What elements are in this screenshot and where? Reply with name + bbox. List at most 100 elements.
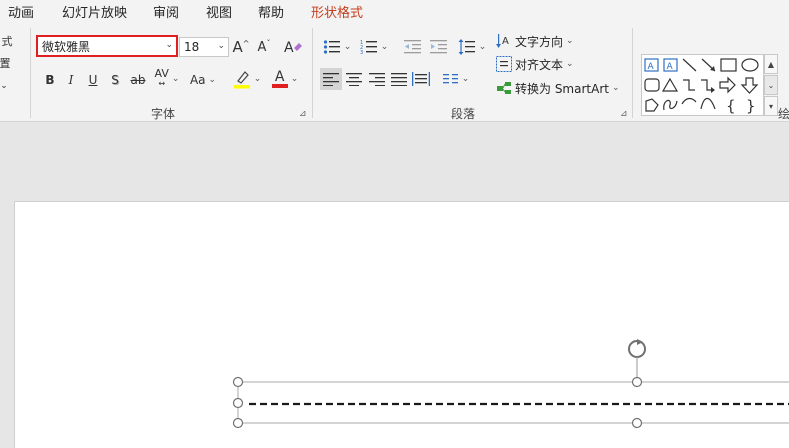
left-brace-icon[interactable]: { xyxy=(726,97,736,115)
align-text-label: 对齐文本 xyxy=(515,57,564,72)
font-size-dropdown[interactable]: 18 ⌄ xyxy=(179,37,229,57)
tab-shape-format[interactable]: 形状格式 xyxy=(311,2,363,21)
grow-font-button[interactable]: A ^ xyxy=(231,36,251,58)
elbow-arrow-connector-icon[interactable] xyxy=(701,79,715,93)
font-color-button[interactable]: A ⌄ xyxy=(268,68,302,90)
font-dialog-launcher-icon[interactable]: ⊿ xyxy=(299,109,307,119)
double-arrow-icon: ↔ xyxy=(158,79,166,88)
triangle-icon[interactable] xyxy=(661,77,679,92)
align-left-button[interactable] xyxy=(320,68,342,90)
shapes-gallery-grid: A A { } xyxy=(644,58,759,115)
left-clipped-reset[interactable]: 置 xyxy=(0,56,11,70)
chevron-down-icon: ⌄ xyxy=(566,36,574,46)
svg-text:A: A xyxy=(667,62,674,72)
rotate-handle-icon[interactable] xyxy=(628,339,646,358)
shapes-gallery: A A { } xyxy=(641,54,764,116)
change-case-label: Aa xyxy=(189,73,206,87)
line-spacing-icon xyxy=(458,39,475,55)
group-separator xyxy=(632,28,633,118)
chevron-down-icon: ⌄ xyxy=(208,75,217,85)
smartart-icon xyxy=(497,82,511,94)
svg-text:A: A xyxy=(502,36,509,47)
line-spacing-button[interactable]: ⌄ xyxy=(456,36,488,58)
numbering-icon: 1 2 3 xyxy=(360,40,377,55)
scribble-icon[interactable] xyxy=(663,99,678,111)
right-arrow-icon[interactable] xyxy=(719,76,736,94)
tab-slideshow[interactable]: 幻灯片放映 xyxy=(62,2,127,21)
paragraph-dialog-launcher-icon[interactable]: ⊿ xyxy=(620,109,628,119)
chevron-down-icon: ⌄ xyxy=(290,74,299,84)
highlight-color-button[interactable]: ⌄ xyxy=(230,68,264,90)
clear-formatting-button[interactable]: A xyxy=(282,36,304,58)
arrow-line-icon[interactable] xyxy=(701,58,716,72)
rectangle-icon[interactable] xyxy=(720,58,737,72)
text-direction-button[interactable]: A 文字方向 ⌄ xyxy=(496,32,574,50)
text-shadow-button[interactable]: S xyxy=(107,70,123,90)
arc-icon[interactable] xyxy=(681,97,697,105)
align-text-button[interactable]: 对齐文本 ⌄ xyxy=(496,55,574,73)
freeform-icon[interactable] xyxy=(645,98,659,112)
gallery-down-icon[interactable]: ⌄ xyxy=(764,75,778,95)
down-arrow-icon[interactable] xyxy=(740,77,759,94)
bullets-button[interactable]: ⌄ xyxy=(320,36,354,58)
resize-handle-middle-left[interactable] xyxy=(232,397,244,409)
change-case-button[interactable]: Aa ⌄ xyxy=(187,70,219,90)
justify-button[interactable] xyxy=(388,68,410,90)
distributed-button[interactable] xyxy=(410,68,432,90)
vertical-text-box-icon[interactable]: A xyxy=(663,58,678,72)
curve-icon[interactable] xyxy=(700,97,716,110)
underline-button[interactable]: U xyxy=(85,70,101,90)
align-center-button[interactable] xyxy=(343,68,365,90)
italic-label: I xyxy=(68,73,74,87)
italic-button[interactable]: I xyxy=(63,70,79,90)
font-color-letter: A xyxy=(274,69,285,86)
increase-indent-button[interactable] xyxy=(428,36,450,58)
decrease-indent-icon xyxy=(404,40,421,54)
line-icon[interactable] xyxy=(682,58,697,72)
right-brace-icon[interactable]: } xyxy=(746,97,756,115)
gallery-up-icon[interactable]: ▲ xyxy=(764,54,778,74)
tab-view[interactable]: 视图 xyxy=(206,2,232,21)
oval-icon[interactable] xyxy=(741,58,759,72)
rounded-rectangle-icon[interactable] xyxy=(644,78,660,92)
increase-indent-icon xyxy=(430,40,447,54)
resize-handle-bottom-middle[interactable] xyxy=(631,417,643,429)
tab-review[interactable]: 审阅 xyxy=(153,2,179,21)
justify-icon xyxy=(391,73,407,86)
left-clipped-chevron-icon[interactable]: ⌄ xyxy=(0,80,8,92)
columns-icon xyxy=(442,74,458,84)
decrease-indent-button[interactable] xyxy=(402,36,424,58)
text-box-icon[interactable]: A xyxy=(644,58,659,72)
character-spacing-button[interactable]: AV ↔ ⌄ xyxy=(151,68,183,90)
left-clipped-style[interactable]: 式 xyxy=(0,34,14,48)
tab-animations[interactable]: 动画 xyxy=(8,2,34,21)
font-name-value: 微软雅黑 xyxy=(42,39,91,54)
shrink-font-button[interactable]: Aˇ xyxy=(254,36,274,58)
convert-smartart-button[interactable]: 转换为 SmartArt ⌄ xyxy=(496,79,620,97)
distributed-icon xyxy=(412,72,430,86)
convert-smartart-label: 转换为 SmartArt xyxy=(515,81,609,96)
clear-formatting-icon: A xyxy=(284,40,302,56)
align-center-icon xyxy=(346,73,362,86)
align-text-icon xyxy=(496,56,512,72)
strikethrough-button[interactable]: ab xyxy=(128,70,148,90)
tab-help[interactable]: 帮助 xyxy=(258,2,284,21)
chevron-down-icon: ⌄ xyxy=(478,42,487,52)
group-separator xyxy=(30,28,31,118)
bold-label: B xyxy=(45,73,55,87)
columns-button[interactable]: ⌄ xyxy=(441,68,471,90)
gallery-more-icon[interactable]: ▾ xyxy=(764,96,778,116)
resize-handle-top-left[interactable] xyxy=(232,376,244,388)
font-name-dropdown[interactable]: 微软雅黑 ⌄ xyxy=(36,35,178,57)
font-size-value: 18 xyxy=(184,40,200,54)
elbow-connector-icon[interactable] xyxy=(683,79,695,91)
svg-text:}: } xyxy=(746,97,756,115)
bold-button[interactable]: B xyxy=(42,70,58,90)
numbering-button[interactable]: 1 2 3 ⌄ xyxy=(357,36,391,58)
selected-shape[interactable] xyxy=(0,123,789,448)
resize-handle-bottom-left[interactable] xyxy=(232,417,244,429)
align-right-button[interactable] xyxy=(366,68,388,90)
ribbon: 式 置 ⌄ 微软雅黑 ⌄ 18 ⌄ A ^ Aˇ A B I U S ab AV … xyxy=(0,24,789,122)
shrink-font-label: A xyxy=(257,39,267,55)
resize-handle-top-middle[interactable] xyxy=(631,376,643,388)
